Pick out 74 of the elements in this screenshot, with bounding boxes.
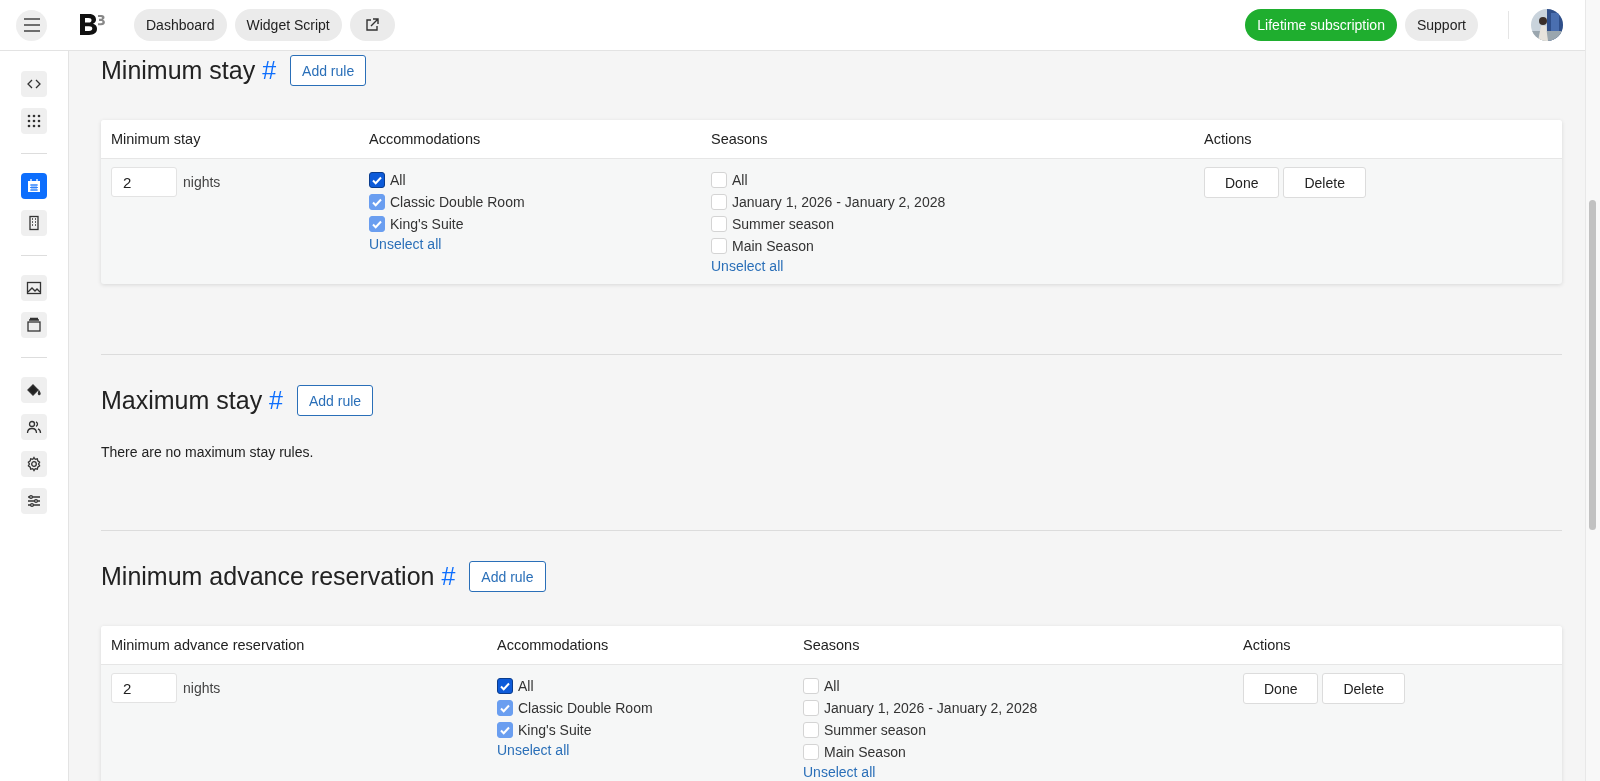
settings-icon: [26, 456, 42, 472]
checkbox-label: All: [390, 172, 406, 188]
grid-icon: [26, 113, 42, 129]
checkbox-label: All: [732, 172, 748, 188]
checkbox-label: Classic Double Room: [518, 700, 653, 716]
column-header: Accommodations: [497, 637, 610, 653]
add-rule-button[interactable]: Add rule: [297, 385, 374, 416]
nights-input[interactable]: 2: [111, 167, 177, 197]
checkbox-label: King's Suite: [518, 722, 592, 738]
checkbox[interactable]: [369, 172, 385, 188]
checkbox-label: Summer season: [732, 216, 834, 232]
action-button[interactable]: Delete: [1322, 673, 1405, 704]
unselect-all-link[interactable]: Unselect all: [369, 236, 442, 252]
column-header: Actions: [1204, 131, 1253, 147]
logo-icon: [78, 12, 106, 38]
action-button[interactable]: Done: [1243, 673, 1319, 704]
checkbox-label: King's Suite: [390, 216, 464, 232]
column-header: Seasons: [803, 637, 861, 653]
anchor-link[interactable]: #: [441, 562, 456, 590]
add-rule-button[interactable]: Add rule: [290, 55, 367, 86]
checkbox-label: Main Season: [732, 238, 814, 254]
unselect-all-link[interactable]: Unselect all: [803, 764, 876, 780]
checkbox-label: January 1, 2026 - January 2, 2028: [732, 194, 946, 210]
scrollbar-thumb[interactable]: [1589, 200, 1596, 530]
column-header: Minimum advance reservation: [111, 637, 306, 653]
anchor-link[interactable]: #: [262, 56, 277, 84]
calendar-icon: [26, 178, 42, 194]
menu-button[interactable]: [16, 9, 47, 41]
nav-button[interactable]: Dashboard: [134, 9, 227, 41]
image-icon: [26, 280, 42, 296]
unselect-all-link[interactable]: Unselect all: [497, 742, 570, 758]
sliders-icon: [26, 493, 42, 509]
sidebar-item[interactable]: [21, 210, 47, 236]
nights-input[interactable]: 2: [111, 673, 177, 703]
sidebar-item[interactable]: [21, 414, 47, 440]
menu-icon: [22, 18, 41, 32]
unit-label: nights: [183, 174, 221, 190]
sidebar-item[interactable]: [21, 488, 47, 514]
paint-bucket-icon: [26, 382, 42, 398]
action-button[interactable]: Done: [1204, 167, 1280, 198]
checkbox-label: Main Season: [824, 744, 906, 760]
checkbox-label: Summer season: [824, 722, 926, 738]
nav-button[interactable]: Widget Script: [234, 9, 342, 41]
open-external-button[interactable]: [349, 9, 395, 41]
action-button[interactable]: Delete: [1283, 167, 1366, 198]
unselect-all-link[interactable]: Unselect all: [711, 258, 784, 274]
external-link-icon: [365, 18, 380, 32]
sidebar-item[interactable]: [21, 451, 47, 477]
section-title: Minimum stay: [101, 56, 256, 84]
column-header: Accommodations: [369, 131, 482, 147]
checkbox[interactable]: [497, 678, 513, 694]
support-button[interactable]: Support: [1404, 9, 1478, 41]
checkbox-label: Classic Double Room: [390, 194, 525, 210]
anchor-link[interactable]: #: [269, 386, 283, 414]
column-header: Actions: [1243, 637, 1292, 653]
building-icon: [26, 215, 42, 231]
sidebar-item[interactable]: [21, 108, 47, 134]
sidebar-item[interactable]: [21, 377, 47, 403]
empty-message: There are no maximum stay rules.: [101, 444, 315, 460]
section-title: Minimum advance reservation: [101, 562, 435, 590]
sidebar-item[interactable]: [21, 275, 47, 301]
checkbox-label: All: [824, 678, 840, 694]
window-icon: [26, 317, 42, 333]
checkbox-label: January 1, 2026 - January 2, 2028: [824, 700, 1038, 716]
column-header: Minimum stay: [111, 131, 202, 147]
section-title: Maximum stay: [101, 386, 263, 414]
unit-label: nights: [183, 680, 221, 696]
subscription-button[interactable]: Lifetime subscription: [1245, 9, 1397, 41]
users-icon: [26, 419, 42, 435]
add-rule-button[interactable]: Add rule: [469, 561, 546, 592]
sidebar-item[interactable]: [21, 312, 47, 338]
sidebar-item[interactable]: [21, 71, 47, 97]
checkbox-label: All: [518, 678, 534, 694]
column-header: Seasons: [711, 131, 769, 147]
